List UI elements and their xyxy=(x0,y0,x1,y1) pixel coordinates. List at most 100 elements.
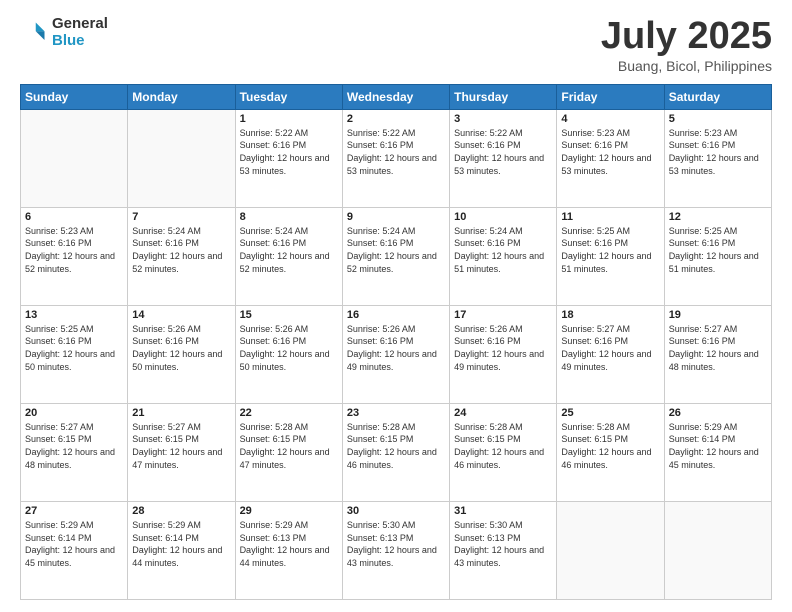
day-info: Sunrise: 5:29 AMSunset: 6:14 PMDaylight:… xyxy=(132,519,230,569)
calendar-cell: 1 Sunrise: 5:22 AMSunset: 6:16 PMDaylight… xyxy=(235,109,342,207)
calendar-week-4: 20 Sunrise: 5:27 AMSunset: 6:15 PMDayligh… xyxy=(21,403,772,501)
day-number: 5 xyxy=(669,113,767,125)
calendar-cell: 23Sunrise: 5:28 AMSunset: 6:15 PMDayligh… xyxy=(342,403,449,501)
day-info: Sunrise: 5:28 AMSunset: 6:15 PMDaylight:… xyxy=(240,421,338,471)
calendar-cell: 20 Sunrise: 5:27 AMSunset: 6:15 PMDayligh… xyxy=(21,403,128,501)
calendar-cell: 11Sunrise: 5:25 AMSunset: 6:16 PMDayligh… xyxy=(557,207,664,305)
day-number: 2 xyxy=(347,113,445,125)
day-number: 20 xyxy=(25,407,123,419)
day-number: 11 xyxy=(561,211,659,223)
day-info: Sunrise: 5:23 AMSunset: 6:16 PMDaylight:… xyxy=(561,127,659,177)
calendar-header-thursday: Thursday xyxy=(450,84,557,109)
day-number: 7 xyxy=(132,211,230,223)
calendar-cell: 3 Sunrise: 5:22 AMSunset: 6:16 PMDaylight… xyxy=(450,109,557,207)
day-info: Sunrise: 5:26 AMSunset: 6:16 PMDaylight:… xyxy=(454,323,552,373)
calendar-header-tuesday: Tuesday xyxy=(235,84,342,109)
calendar-cell: 28 Sunrise: 5:29 AMSunset: 6:14 PMDayligh… xyxy=(128,501,235,599)
day-number: 18 xyxy=(561,309,659,321)
calendar-week-3: 13Sunrise: 5:25 AMSunset: 6:16 PMDayligh… xyxy=(21,305,772,403)
day-number: 29 xyxy=(240,505,338,517)
day-number: 25 xyxy=(561,407,659,419)
calendar-cell: 21 Sunrise: 5:27 AMSunset: 6:15 PMDayligh… xyxy=(128,403,235,501)
day-info: Sunrise: 5:27 AMSunset: 6:15 PMDaylight:… xyxy=(132,421,230,471)
calendar-cell: 29 Sunrise: 5:29 AMSunset: 6:13 PMDayligh… xyxy=(235,501,342,599)
day-info: Sunrise: 5:28 AMSunset: 6:15 PMDaylight:… xyxy=(561,421,659,471)
calendar-cell: 14Sunrise: 5:26 AMSunset: 6:16 PMDayligh… xyxy=(128,305,235,403)
calendar-cell: 7 Sunrise: 5:24 AMSunset: 6:16 PMDaylight… xyxy=(128,207,235,305)
day-info: Sunrise: 5:23 AMSunset: 6:16 PMDaylight:… xyxy=(669,127,767,177)
calendar-cell: 13Sunrise: 5:25 AMSunset: 6:16 PMDayligh… xyxy=(21,305,128,403)
calendar-cell: 5 Sunrise: 5:23 AMSunset: 6:16 PMDaylight… xyxy=(664,109,771,207)
calendar-cell: 9Sunrise: 5:24 AMSunset: 6:16 PMDaylight… xyxy=(342,207,449,305)
day-number: 3 xyxy=(454,113,552,125)
day-number: 4 xyxy=(561,113,659,125)
day-info: Sunrise: 5:28 AMSunset: 6:15 PMDaylight:… xyxy=(454,421,552,471)
day-number: 24 xyxy=(454,407,552,419)
calendar-cell: 27 Sunrise: 5:29 AMSunset: 6:14 PMDayligh… xyxy=(21,501,128,599)
calendar-cell: 24 Sunrise: 5:28 AMSunset: 6:15 PMDayligh… xyxy=(450,403,557,501)
day-number: 27 xyxy=(25,505,123,517)
logo-line2: Blue xyxy=(52,33,108,50)
calendar-cell: 30 Sunrise: 5:30 AMSunset: 6:13 PMDayligh… xyxy=(342,501,449,599)
day-number: 21 xyxy=(132,407,230,419)
day-info: Sunrise: 5:26 AMSunset: 6:16 PMDaylight:… xyxy=(132,323,230,373)
logo: General Blue xyxy=(20,16,108,49)
calendar-header-wednesday: Wednesday xyxy=(342,84,449,109)
calendar-header-friday: Friday xyxy=(557,84,664,109)
logo-icon xyxy=(20,19,48,47)
calendar-cell xyxy=(21,109,128,207)
calendar-cell: 4 Sunrise: 5:23 AMSunset: 6:16 PMDaylight… xyxy=(557,109,664,207)
day-number: 10 xyxy=(454,211,552,223)
day-info: Sunrise: 5:30 AMSunset: 6:13 PMDaylight:… xyxy=(454,519,552,569)
day-info: Sunrise: 5:29 AMSunset: 6:13 PMDaylight:… xyxy=(240,519,338,569)
subtitle: Buang, Bicol, Philippines xyxy=(601,58,772,74)
day-info: Sunrise: 5:25 AMSunset: 6:16 PMDaylight:… xyxy=(669,225,767,275)
calendar-cell: 2 Sunrise: 5:22 AMSunset: 6:16 PMDaylight… xyxy=(342,109,449,207)
day-info: Sunrise: 5:22 AMSunset: 6:16 PMDaylight:… xyxy=(454,127,552,177)
main-title: July 2025 xyxy=(601,16,772,58)
calendar-cell: 22 Sunrise: 5:28 AMSunset: 6:15 PMDayligh… xyxy=(235,403,342,501)
day-info: Sunrise: 5:22 AMSunset: 6:16 PMDaylight:… xyxy=(240,127,338,177)
calendar-week-1: 1 Sunrise: 5:22 AMSunset: 6:16 PMDaylight… xyxy=(21,109,772,207)
day-number: 15 xyxy=(240,309,338,321)
calendar-header-saturday: Saturday xyxy=(664,84,771,109)
day-number: 17 xyxy=(454,309,552,321)
day-info: Sunrise: 5:26 AMSunset: 6:16 PMDaylight:… xyxy=(347,323,445,373)
day-info: Sunrise: 5:30 AMSunset: 6:13 PMDaylight:… xyxy=(347,519,445,569)
calendar-cell xyxy=(557,501,664,599)
day-number: 6 xyxy=(25,211,123,223)
day-number: 8 xyxy=(240,211,338,223)
day-number: 22 xyxy=(240,407,338,419)
calendar-cell: 15 Sunrise: 5:26 AMSunset: 6:16 PMDayligh… xyxy=(235,305,342,403)
calendar-cell: 6 Sunrise: 5:23 AMSunset: 6:16 PMDaylight… xyxy=(21,207,128,305)
calendar-cell: 16 Sunrise: 5:26 AMSunset: 6:16 PMDayligh… xyxy=(342,305,449,403)
day-info: Sunrise: 5:27 AMSunset: 6:15 PMDaylight:… xyxy=(25,421,123,471)
calendar-cell: 31 Sunrise: 5:30 AMSunset: 6:13 PMDayligh… xyxy=(450,501,557,599)
day-info: Sunrise: 5:28 AMSunset: 6:15 PMDaylight:… xyxy=(347,421,445,471)
calendar-cell: 19Sunrise: 5:27 AMSunset: 6:16 PMDayligh… xyxy=(664,305,771,403)
day-number: 1 xyxy=(240,113,338,125)
day-info: Sunrise: 5:27 AMSunset: 6:16 PMDaylight:… xyxy=(669,323,767,373)
calendar-week-5: 27 Sunrise: 5:29 AMSunset: 6:14 PMDayligh… xyxy=(21,501,772,599)
day-info: Sunrise: 5:24 AMSunset: 6:16 PMDaylight:… xyxy=(132,225,230,275)
day-number: 30 xyxy=(347,505,445,517)
calendar-cell: 25 Sunrise: 5:28 AMSunset: 6:15 PMDayligh… xyxy=(557,403,664,501)
day-info: Sunrise: 5:23 AMSunset: 6:16 PMDaylight:… xyxy=(25,225,123,275)
day-number: 28 xyxy=(132,505,230,517)
day-info: Sunrise: 5:24 AMSunset: 6:16 PMDaylight:… xyxy=(240,225,338,275)
logo-text: General Blue xyxy=(52,16,108,49)
day-number: 16 xyxy=(347,309,445,321)
day-number: 31 xyxy=(454,505,552,517)
day-info: Sunrise: 5:24 AMSunset: 6:16 PMDaylight:… xyxy=(454,225,552,275)
calendar-header-sunday: Sunday xyxy=(21,84,128,109)
day-info: Sunrise: 5:22 AMSunset: 6:16 PMDaylight:… xyxy=(347,127,445,177)
page: General Blue July 2025 Buang, Bicol, Phi… xyxy=(0,0,792,612)
day-info: Sunrise: 5:24 AMSunset: 6:16 PMDaylight:… xyxy=(347,225,445,275)
day-info: Sunrise: 5:25 AMSunset: 6:16 PMDaylight:… xyxy=(25,323,123,373)
calendar-week-2: 6 Sunrise: 5:23 AMSunset: 6:16 PMDaylight… xyxy=(21,207,772,305)
logo-line1: General xyxy=(52,16,108,33)
day-info: Sunrise: 5:29 AMSunset: 6:14 PMDaylight:… xyxy=(25,519,123,569)
day-info: Sunrise: 5:26 AMSunset: 6:16 PMDaylight:… xyxy=(240,323,338,373)
calendar-table: SundayMondayTuesdayWednesdayThursdayFrid… xyxy=(20,84,772,600)
day-info: Sunrise: 5:27 AMSunset: 6:16 PMDaylight:… xyxy=(561,323,659,373)
